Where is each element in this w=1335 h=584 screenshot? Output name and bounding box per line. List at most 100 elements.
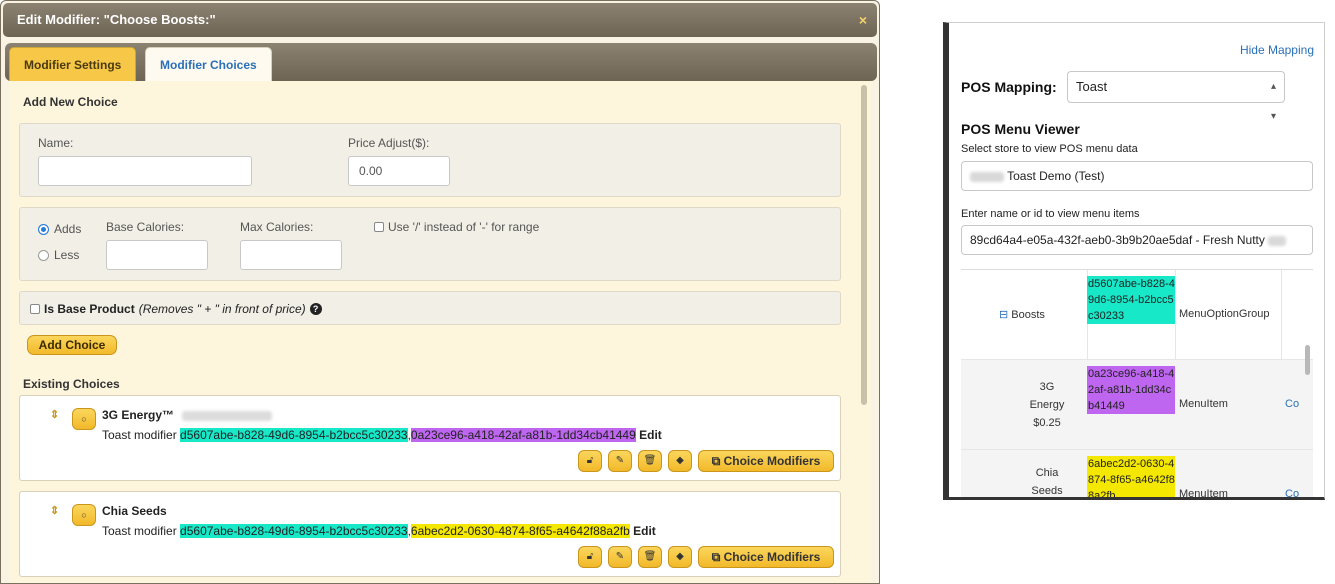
less-radio[interactable]: Less — [38, 248, 79, 262]
choice-modifiers-label: Choice Modifiers — [723, 550, 821, 564]
name-input[interactable] — [38, 156, 252, 186]
trash-icon[interactable]: 🗑︎ — [638, 450, 662, 472]
name-label: Name: — [38, 136, 74, 150]
base-product-label: Is Base Product — [44, 302, 135, 316]
redacted-text — [1268, 235, 1287, 246]
row-name: 3G Energy $0.25 — [1029, 381, 1065, 429]
collapse-icon[interactable]: ⊟ — [999, 309, 1008, 321]
calories-panel: Adds Less Base Calories: Max Calories: U… — [19, 207, 841, 281]
pos-mapping-select[interactable]: Toast ▴ ▾ — [1067, 71, 1285, 122]
row-type: MenuItem — [1179, 488, 1228, 500]
pencil-icon[interactable]: ✎ — [608, 546, 632, 568]
base-calories-input[interactable] — [106, 240, 208, 270]
mapping-prefix: Toast modifier — [102, 524, 177, 538]
checkbox-icon — [374, 222, 384, 232]
group-guid: d5607abe-b828-49d6-8954-b2bcc5c30233 — [180, 428, 408, 442]
row-type: MenuOptionGroup — [1179, 308, 1270, 320]
checkbox-icon — [30, 304, 40, 314]
unlock-icon[interactable]: 🔓︎ — [578, 450, 602, 472]
row-guid: 6abec2d2-0630-4874-8f65-a4642f88a2fb — [1087, 456, 1175, 497]
vertical-scrollbar[interactable] — [1305, 345, 1310, 375]
drag-handle-icon[interactable]: ⇕ — [50, 408, 59, 421]
row-name: Boosts — [1011, 309, 1045, 321]
choice-modifiers-button[interactable]: ⧉ Choice Modifiers — [698, 546, 834, 568]
add-choice-button[interactable]: Add Choice — [27, 335, 117, 355]
pencil-icon[interactable]: ✎ — [608, 450, 632, 472]
tag-icon[interactable]: ◆ — [668, 450, 692, 472]
row-name: Chia Seeds $0.75 — [1031, 467, 1063, 497]
redacted-text — [970, 171, 1004, 182]
store-hint: Select store to view POS menu data — [961, 143, 1138, 155]
store-value: Toast Demo (Test) — [1007, 169, 1105, 183]
choice-title: Chia Seeds — [102, 504, 167, 518]
radio-unselected-icon — [38, 249, 49, 261]
vertical-scrollbar[interactable] — [861, 85, 867, 405]
toggle-circle-button[interactable]: ○ — [72, 408, 96, 430]
row-guid: d5607abe-b828-49d6-8954-b2bcc5c30233 — [1087, 276, 1175, 324]
help-icon[interactable]: ? — [309, 303, 322, 315]
price-adjust-input[interactable]: 0.00 — [348, 156, 450, 186]
choice-tools: 🔓︎ ✎ 🗑︎ ◆ ⧉ Choice Modifiers — [578, 450, 834, 472]
toggle-circle-button[interactable]: ○ — [72, 504, 96, 526]
edit-mapping-link[interactable]: Edit — [639, 428, 662, 442]
tag-icon[interactable]: ◆ — [668, 546, 692, 568]
mapping-prefix: Toast modifier — [102, 428, 177, 442]
base-product-panel: Is Base Product (Removes " + " in front … — [19, 291, 841, 325]
price-adjust-label: Price Adjust($): — [348, 136, 430, 150]
choice-modifiers-label: Choice Modifiers — [723, 454, 821, 468]
radio-selected-icon — [38, 223, 49, 235]
adds-radio[interactable]: Adds — [38, 222, 81, 236]
choice-modifiers-button[interactable]: ⧉ Choice Modifiers — [698, 450, 834, 472]
redacted-text — [182, 410, 273, 421]
select-arrows-icon: ▴ ▾ — [1270, 81, 1276, 122]
row-type: MenuItem — [1179, 398, 1228, 410]
choice-mapping-line: Toast modifier d5607abe-b828-49d6-8954-b… — [102, 428, 662, 442]
pos-mapping-panel: Hide Mapping POS Mapping: Toast ▴ ▾ POS M… — [943, 22, 1325, 500]
row-extra-link[interactable]: Co — [1285, 488, 1299, 497]
max-calories-input[interactable] — [240, 240, 342, 270]
row-name-cell: ⊟ Boosts — [999, 308, 1045, 321]
table-row[interactable]: 3G Energy $0.25 0a23ce96-a418-42af-a81b-… — [961, 360, 1313, 450]
pos-mapping-label: POS Mapping: — [961, 79, 1057, 95]
existing-choices-heading: Existing Choices — [23, 377, 120, 391]
choice-mapping-line: Toast modifier d5607abe-b828-49d6-8954-b… — [102, 524, 656, 538]
trash-icon[interactable]: 🗑︎ — [638, 546, 662, 568]
name-price-panel: Name: Price Adjust($): 0.00 — [19, 123, 841, 197]
base-product-checkbox[interactable]: Is Base Product (Removes " + " in front … — [30, 302, 322, 316]
choice-card: ⇕ ○ Chia Seeds Toast modifier d5607abe-b… — [19, 491, 841, 577]
pos-mapping-value: Toast — [1076, 79, 1108, 94]
choice-card: ⇕ ○ 3G Energy™ Toast modifier d5607abe-b… — [19, 395, 841, 481]
drag-handle-icon[interactable]: ⇕ — [50, 504, 59, 517]
close-icon[interactable]: × — [859, 3, 867, 37]
item-guid: 0a23ce96-a418-42af-a81b-1dd34cb41449 — [410, 428, 636, 442]
base-product-note: (Removes " + " in front of price) — [138, 302, 306, 316]
unlock-icon[interactable]: 🔓︎ — [578, 546, 602, 568]
base-calories-label: Base Calories: — [106, 220, 185, 234]
add-choice-heading: Add New Choice — [23, 95, 118, 109]
row-guid: 0a23ce96-a418-42af-a81b-1dd34cb41449 — [1087, 366, 1175, 414]
choice-name: Chia Seeds — [102, 504, 167, 518]
row-extra-link[interactable]: Co — [1285, 398, 1299, 410]
table-row[interactable]: ⊟ Boosts d5607abe-b828-49d6-8954-b2bcc5c… — [961, 270, 1313, 360]
less-label: Less — [54, 248, 80, 262]
max-calories-label: Max Calories: — [240, 220, 314, 234]
menu-search-input[interactable]: 89cd64a4-e05a-432f-aeb0-3b9b20ae5daf - F… — [961, 225, 1313, 255]
store-select-input[interactable]: Toast Demo (Test) — [961, 161, 1313, 191]
dialog-title: Edit Modifier: "Choose Boosts:" — [17, 12, 216, 27]
adds-label: Adds — [54, 222, 82, 236]
tab-modifier-choices[interactable]: Modifier Choices — [145, 47, 272, 81]
choice-title: 3G Energy™ — [102, 408, 273, 422]
range-checkbox[interactable]: Use '/' instead of '-' for range — [374, 220, 539, 234]
edit-mapping-link[interactable]: Edit — [633, 524, 656, 538]
pos-menu-viewer-title: POS Menu Viewer — [961, 121, 1080, 137]
tab-content: Add New Choice Name: Price Adjust($): 0.… — [9, 81, 871, 583]
tab-modifier-settings[interactable]: Modifier Settings — [9, 47, 137, 81]
range-checkbox-label: Use '/' instead of '-' for range — [388, 220, 540, 234]
group-guid: d5607abe-b828-49d6-8954-b2bcc5c30233 — [180, 524, 408, 538]
hide-mapping-link[interactable]: Hide Mapping — [1240, 43, 1314, 57]
dialog-title-bar: Edit Modifier: "Choose Boosts:" × — [3, 3, 877, 37]
choice-name: 3G Energy™ — [102, 408, 175, 422]
popout-icon: ⧉ — [711, 550, 721, 564]
table-row[interactable]: Chia Seeds $0.75 6abec2d2-0630-4874-8f65… — [961, 450, 1313, 500]
choice-tools: 🔓︎ ✎ 🗑︎ ◆ ⧉ Choice Modifiers — [578, 546, 834, 568]
